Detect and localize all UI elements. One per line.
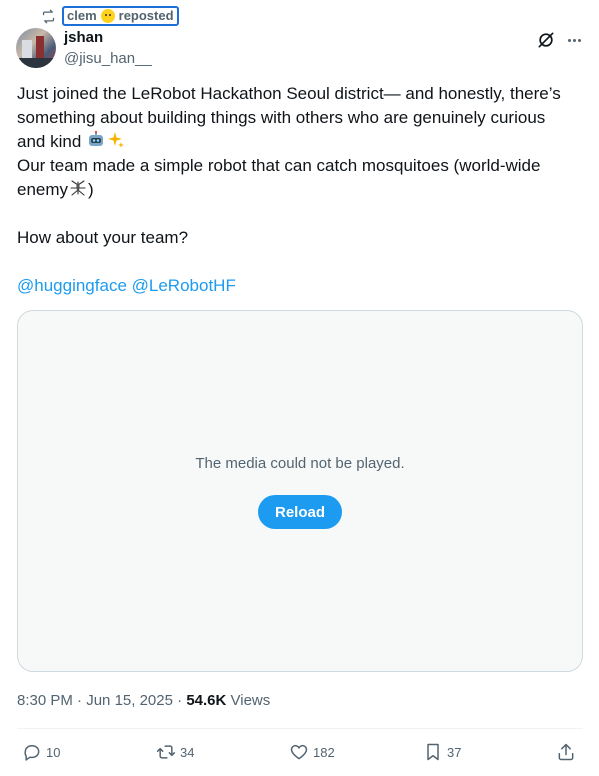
- tweet-meta: 8:30 PM · Jun 15, 2025 · 54.6K Views: [17, 692, 270, 710]
- author-handle[interactable]: @jisu_han__: [64, 50, 152, 68]
- tweet-date[interactable]: Jun 15, 2025: [86, 692, 173, 709]
- more-icon[interactable]: [564, 30, 584, 50]
- tweet-line: How about your team?: [17, 228, 189, 247]
- reply-icon: [24, 745, 40, 761]
- author-display-name[interactable]: jshan: [64, 29, 103, 47]
- bookmark-button[interactable]: 37: [423, 738, 461, 766]
- tweet-line: enemy: [17, 180, 69, 199]
- tweet-line: something about building things with oth…: [17, 108, 546, 127]
- reload-button[interactable]: Reload: [258, 495, 342, 529]
- tweet-line: Our team made a simple robot that can ca…: [17, 156, 541, 175]
- grok-icon[interactable]: [536, 30, 556, 50]
- views-count: 54.6K: [186, 692, 227, 709]
- repost-icon: [40, 8, 56, 24]
- media-error-message: The media could not be played.: [195, 455, 405, 472]
- reposter-name: clem: [67, 8, 97, 23]
- share-button[interactable]: [556, 738, 576, 766]
- reposter-link[interactable]: clem reposted: [62, 6, 179, 26]
- action-bar: 10 34 182 37: [0, 738, 599, 766]
- mention-huggingface[interactable]: @huggingface: [17, 276, 127, 295]
- hugging-face-emoji-icon: [100, 9, 115, 23]
- repost-count: 34: [180, 744, 195, 760]
- mention-lerobothf[interactable]: @LeRobotHF: [132, 276, 236, 295]
- reply-button[interactable]: 10: [22, 738, 60, 766]
- share-icon: [558, 743, 574, 761]
- divider: [17, 728, 583, 729]
- bookmark-icon: [427, 743, 439, 761]
- tweet-line: ): [88, 180, 94, 199]
- views-label: Views: [230, 692, 271, 709]
- tweet-line: and kind: [17, 132, 86, 151]
- avatar[interactable]: [16, 28, 56, 68]
- heart-icon: [290, 744, 308, 760]
- bookmark-count: 37: [447, 744, 462, 760]
- like-count: 182: [313, 744, 335, 760]
- reply-count: 10: [46, 744, 61, 760]
- repost-button[interactable]: 34: [156, 738, 194, 766]
- meta-separator: ·: [172, 692, 187, 709]
- meta-separator: ·: [72, 692, 87, 709]
- sparkles-emoji-icon: [108, 132, 124, 148]
- media-player: The media could not be played. Reload: [17, 310, 583, 672]
- repost-icon: [156, 745, 176, 759]
- tweet-text: Just joined the LeRobot Hackathon Seoul …: [17, 82, 585, 298]
- reposted-label: reposted: [118, 8, 174, 23]
- tweet-line: Just joined the LeRobot Hackathon Seoul …: [17, 84, 561, 103]
- like-button[interactable]: 182: [289, 738, 335, 766]
- robot-emoji-icon: [89, 130, 103, 146]
- mosquito-emoji-icon: [70, 180, 86, 196]
- tweet-time[interactable]: 8:30 PM: [17, 692, 73, 709]
- repost-indicator: clem reposted: [40, 6, 179, 26]
